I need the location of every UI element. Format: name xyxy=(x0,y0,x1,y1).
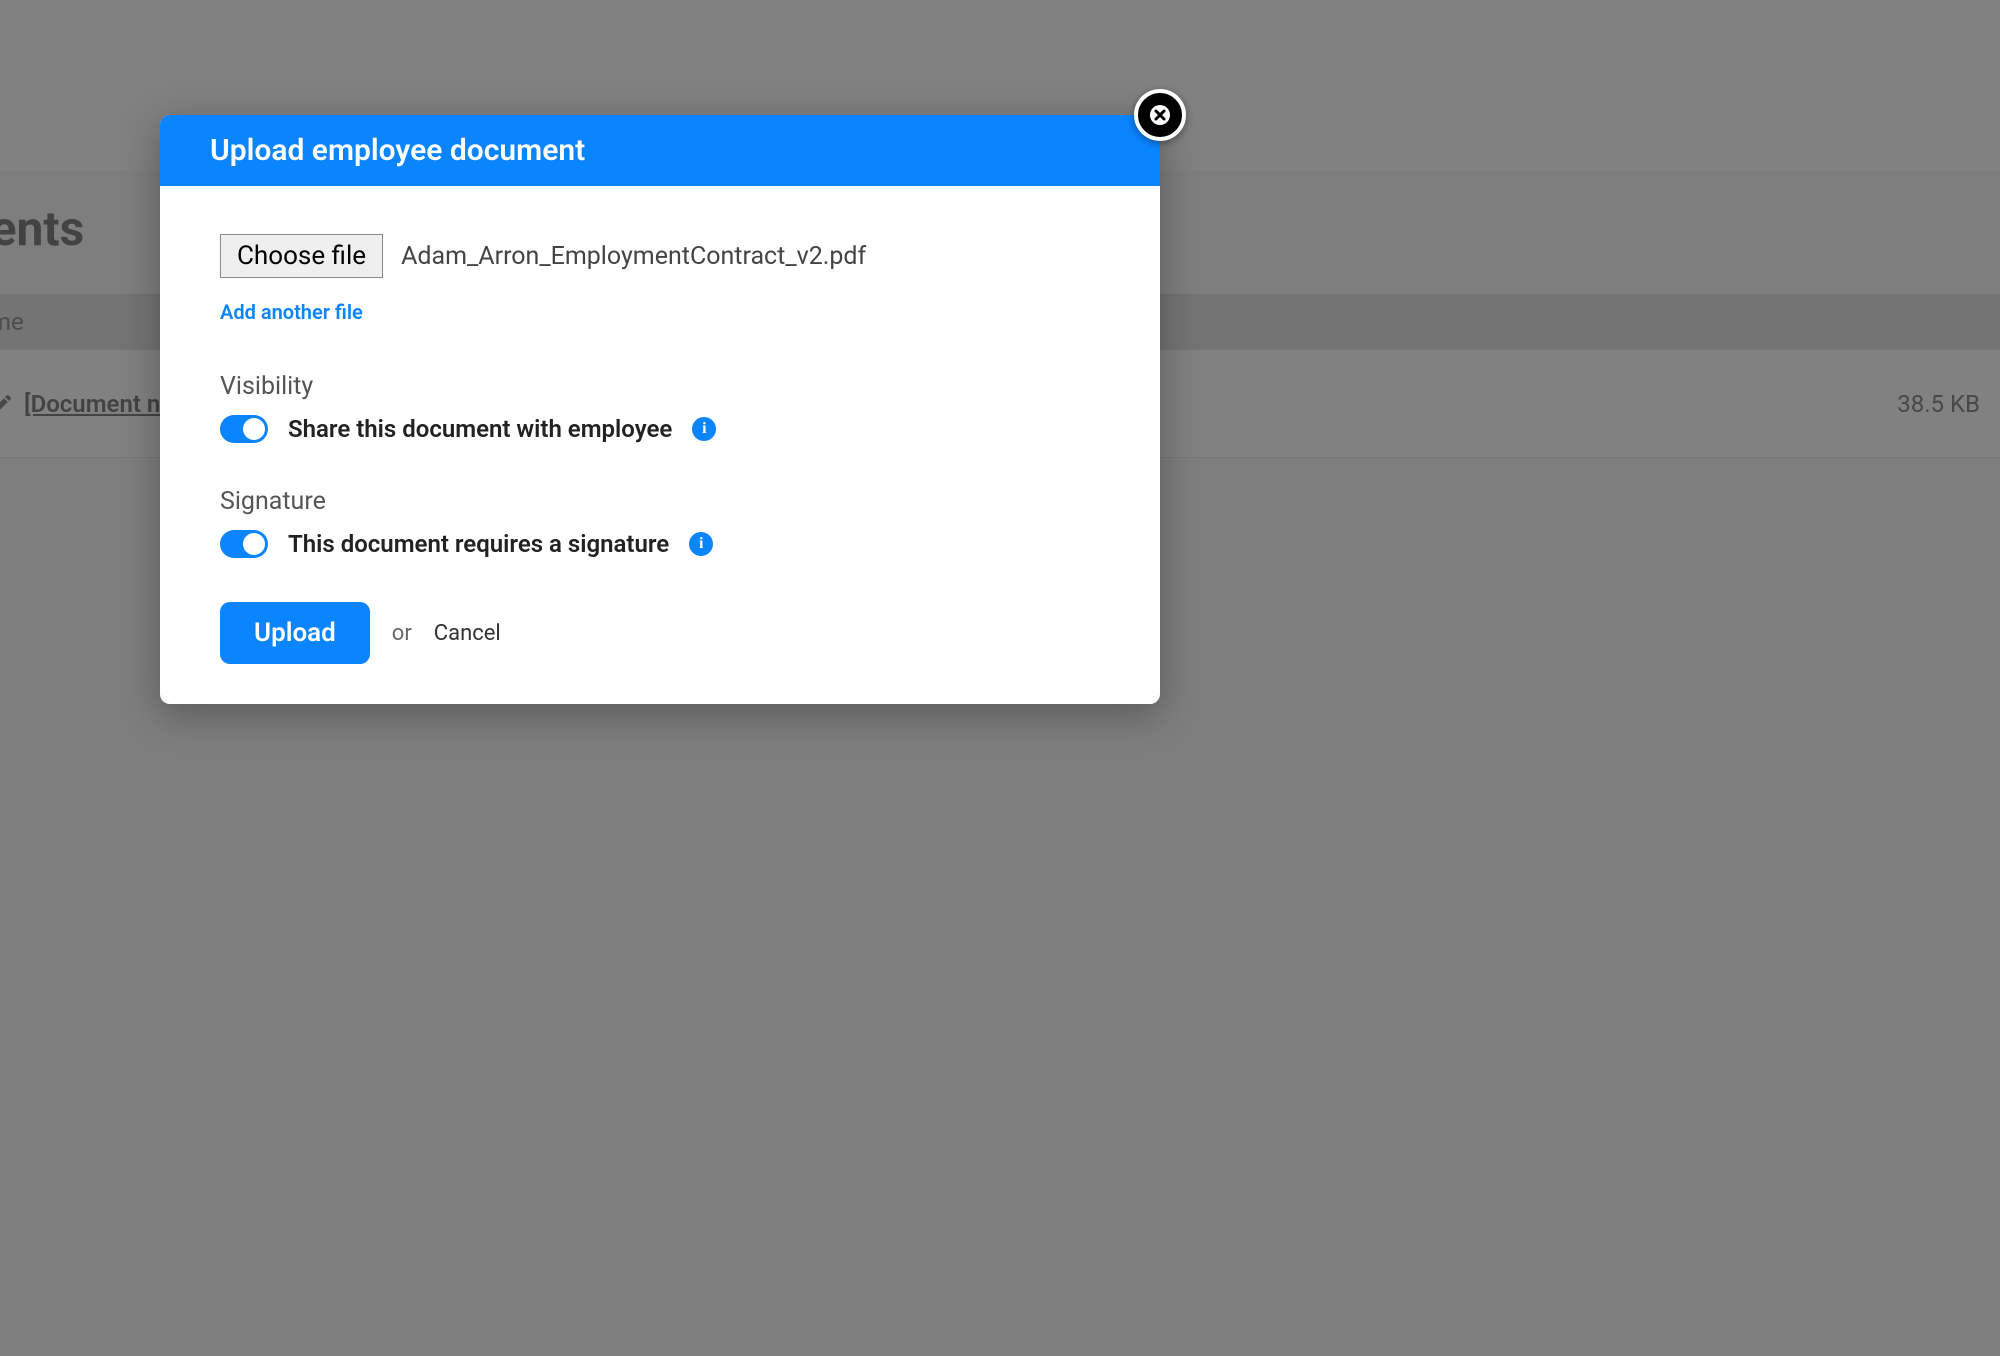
visibility-toggle-row: Share this document with employee i xyxy=(220,415,1100,443)
info-icon[interactable]: i xyxy=(692,417,716,441)
add-another-file-link[interactable]: Add another file xyxy=(220,300,363,324)
info-icon[interactable]: i xyxy=(689,532,713,556)
close-button[interactable] xyxy=(1134,89,1186,141)
selected-filename: Adam_Arron_EmploymentContract_v2.pdf xyxy=(401,242,866,271)
or-text: or xyxy=(392,621,412,646)
modal-title: Upload employee document xyxy=(160,115,1160,186)
visibility-label: Visibility xyxy=(220,372,1100,401)
file-selection-row: Choose file Adam_Arron_EmploymentContrac… xyxy=(220,234,1100,278)
visibility-toggle[interactable] xyxy=(220,415,268,443)
modal-body: Choose file Adam_Arron_EmploymentContrac… xyxy=(160,186,1160,704)
cancel-link[interactable]: Cancel xyxy=(434,621,501,646)
upload-button[interactable]: Upload xyxy=(220,602,370,664)
modal-actions: Upload or Cancel xyxy=(220,602,1100,664)
visibility-toggle-label: Share this document with employee xyxy=(288,415,672,443)
choose-file-button[interactable]: Choose file xyxy=(220,234,383,278)
signature-toggle[interactable] xyxy=(220,530,268,558)
signature-toggle-label: This document requires a signature xyxy=(288,530,669,558)
upload-document-modal: Upload employee document Choose file Ada… xyxy=(160,115,1160,704)
signature-toggle-row: This document requires a signature i xyxy=(220,530,1100,558)
signature-label: Signature xyxy=(220,487,1100,516)
close-icon xyxy=(1148,103,1172,127)
